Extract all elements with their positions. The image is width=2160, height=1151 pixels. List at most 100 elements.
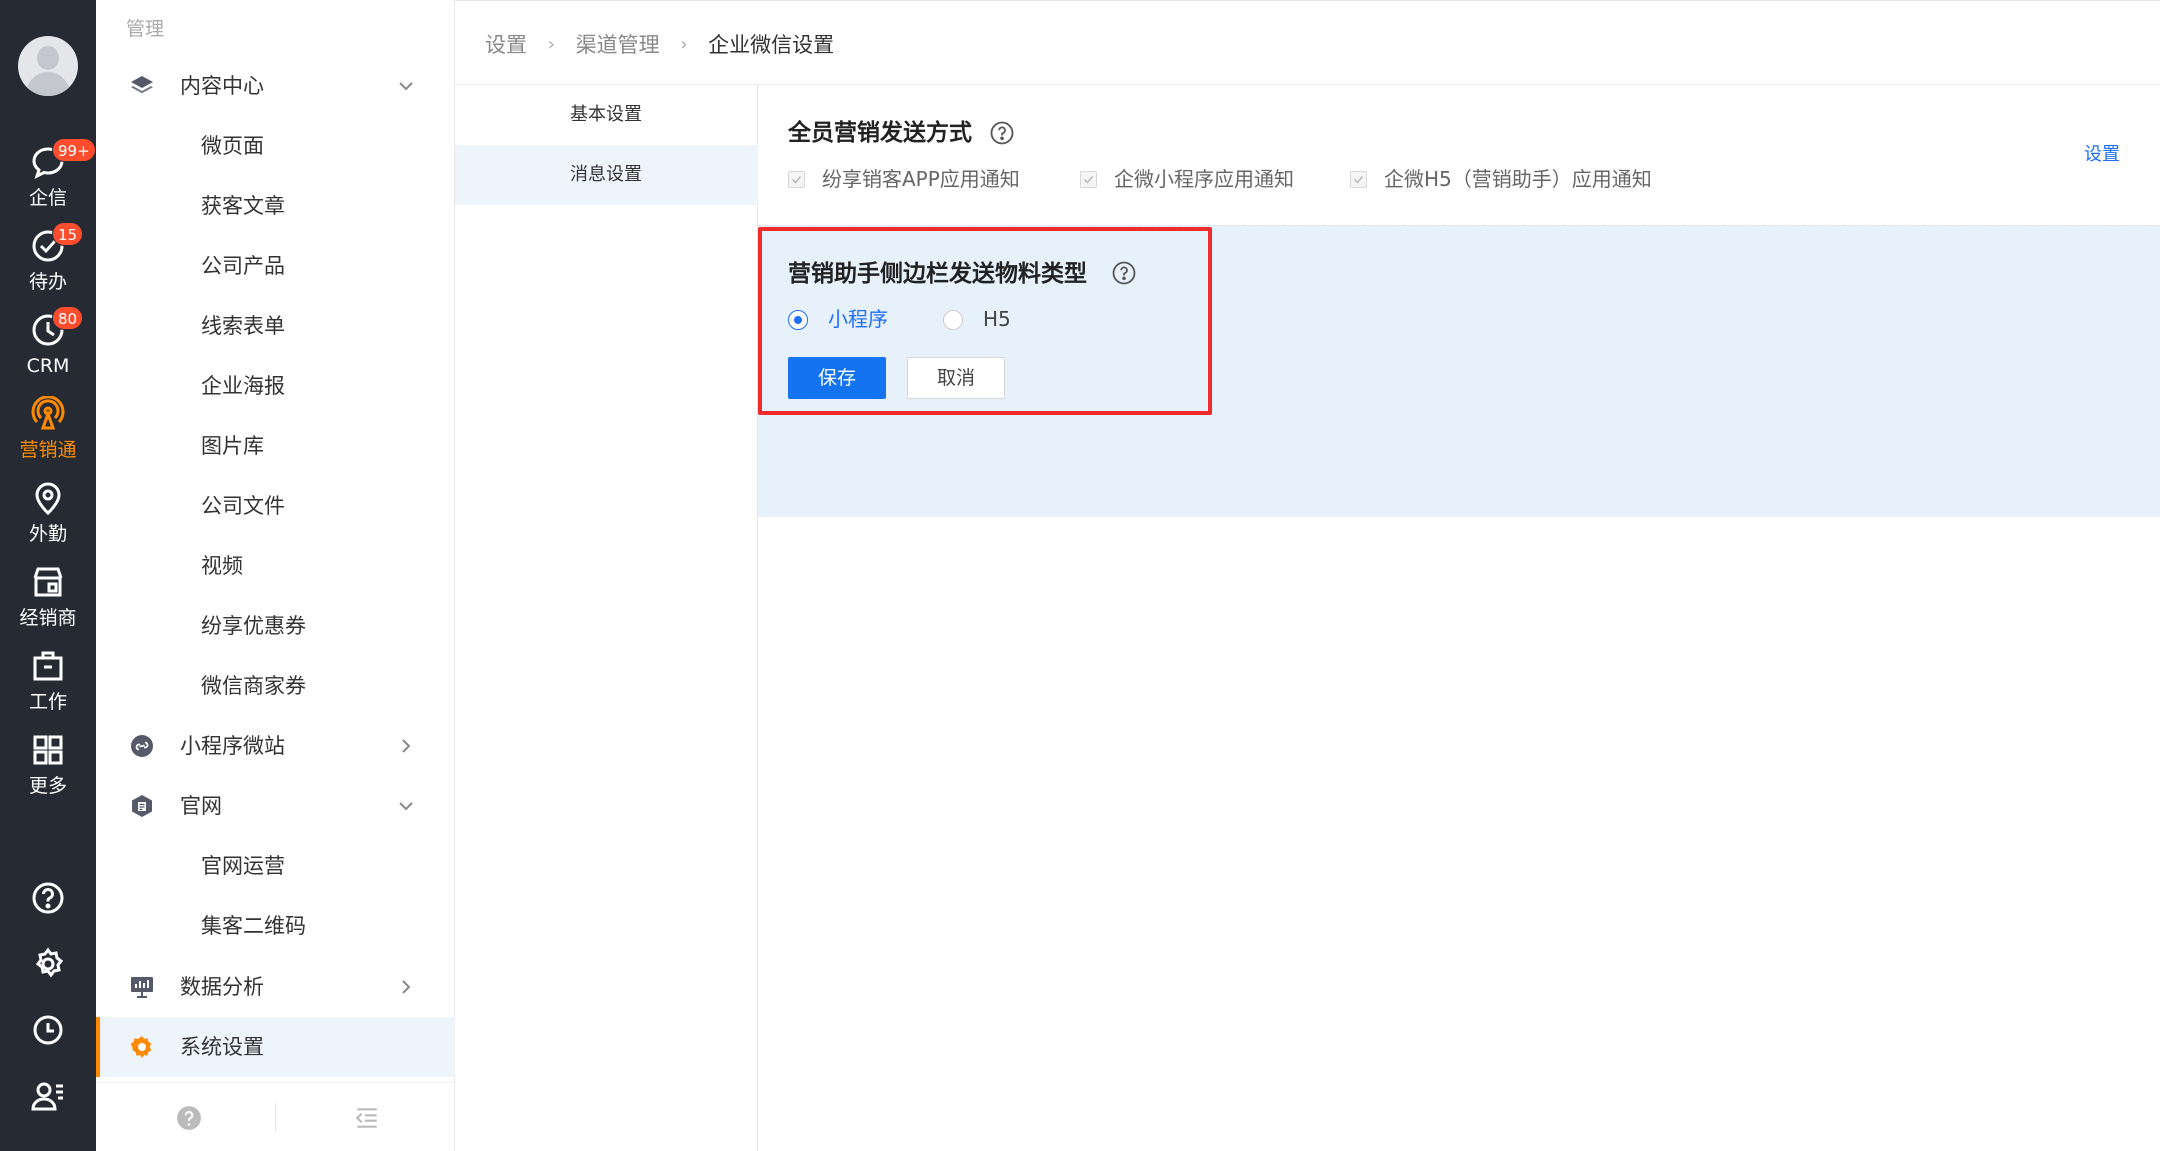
menu-item-micro-page[interactable]: 微页面: [96, 116, 455, 176]
rail-label-qixin: 企信: [28, 187, 67, 209]
help-circle-icon[interactable]: [176, 1105, 202, 1131]
website-icon: [132, 795, 152, 817]
menu-item-video[interactable]: 视频: [96, 536, 455, 596]
rail-item-field[interactable]: 外勤: [0, 474, 96, 556]
rail-item-todo[interactable]: 15 待办: [0, 222, 96, 304]
menu-item-wechat-coupon[interactable]: 微信商家券: [96, 656, 455, 716]
menu-label: 集客二维码: [201, 914, 306, 938]
menu-item-qrcode[interactable]: 集客二维码: [96, 896, 455, 956]
rail-item-marketing[interactable]: 营销通: [0, 390, 96, 472]
chevron-right-icon: ›: [547, 34, 555, 55]
cancel-button[interactable]: 取消: [907, 357, 1005, 399]
avatar[interactable]: [18, 36, 78, 96]
help-icon[interactable]: [990, 121, 1014, 145]
menu-item-image-library[interactable]: 图片库: [96, 416, 455, 476]
checkbox-label: 企微小程序应用通知: [1114, 167, 1294, 191]
user-profile-icon[interactable]: [30, 1078, 66, 1114]
menu-label: 获客文章: [201, 194, 285, 218]
rail-label-dealer: 经销商: [19, 607, 77, 629]
menu-group-system-settings[interactable]: 系统设置: [96, 1017, 455, 1077]
tab-label: 基本设置: [570, 104, 642, 125]
radio-circle: [943, 310, 963, 330]
badge-crm: 80: [52, 306, 84, 330]
menu-label: 图片库: [201, 434, 264, 458]
tab-basic-settings[interactable]: 基本设置: [455, 85, 758, 145]
section-title-material-type: 营销助手侧边栏发送物料类型: [788, 261, 1087, 287]
tab-label: 消息设置: [570, 164, 642, 185]
menu-label: 系统设置: [180, 1035, 264, 1059]
menu-item-company-product[interactable]: 公司产品: [96, 236, 455, 296]
menu-label: 公司产品: [201, 254, 285, 278]
menu-label: 微页面: [201, 134, 264, 158]
badge-qixin: 99+: [52, 138, 96, 162]
checkbox-box: [1080, 171, 1097, 188]
rail-item-dealer[interactable]: 经销商: [0, 558, 96, 640]
footer-divider: [275, 1103, 276, 1131]
checkbox-box: [788, 171, 805, 188]
breadcrumb: 设置 › 渠道管理 › 企业微信设置: [485, 29, 834, 60]
rail-label-field: 外勤: [28, 523, 67, 545]
rail-item-more[interactable]: 更多: [0, 726, 96, 808]
rail-item-qixin[interactable]: 99+ 企信: [0, 138, 96, 220]
tab-message-settings[interactable]: 消息设置: [455, 145, 758, 205]
menu-label: 小程序微站: [180, 734, 285, 758]
menu-item-company-files[interactable]: 公司文件: [96, 476, 455, 536]
store-icon: [33, 567, 63, 597]
menu-group-data-analysis[interactable]: 数据分析: [96, 957, 455, 1017]
menu-group-mini-program[interactable]: 小程序微站: [96, 716, 455, 776]
menu-item-poster[interactable]: 企业海报: [96, 356, 455, 416]
app-rail: 99+ 企信 15 待办 80 CRM 营销通 外勤 经销商 工作 更多: [0, 0, 96, 1151]
menu-item-acquire-article[interactable]: 获客文章: [96, 176, 455, 236]
menu-group-website[interactable]: 官网: [96, 776, 455, 836]
help-icon[interactable]: [30, 880, 66, 916]
menu-section-label: 管理: [126, 18, 165, 40]
rail-label-todo: 待办: [28, 271, 67, 293]
breadcrumb-settings[interactable]: 设置: [485, 30, 527, 60]
chevron-down-icon: [399, 82, 413, 91]
menu-footer: [96, 1082, 455, 1151]
menu-item-website-ops[interactable]: 官网运营: [96, 836, 455, 896]
menu-label: 线索表单: [201, 314, 285, 338]
chevron-right-icon: ›: [680, 34, 688, 55]
menu-label: 官网: [180, 794, 222, 818]
menu-label: 企业海报: [201, 374, 285, 398]
location-pin-icon: [35, 482, 61, 516]
menu-label: 官网运营: [201, 854, 285, 878]
gear-icon: [130, 1036, 152, 1058]
radio-label: 小程序: [828, 307, 888, 331]
help-icon[interactable]: [1112, 261, 1136, 285]
chevron-right-icon: [402, 980, 411, 994]
menu-label: 纷享优惠券: [201, 614, 306, 638]
menu-label: 公司文件: [201, 494, 285, 518]
section-title-send-method: 全员营销发送方式: [788, 120, 972, 146]
settings-gear-icon[interactable]: [30, 946, 66, 982]
rail-item-crm[interactable]: 80 CRM: [0, 306, 96, 388]
menu-item-coupon[interactable]: 纷享优惠券: [96, 596, 455, 656]
menu-label: 数据分析: [180, 975, 264, 999]
radio-circle: [788, 310, 808, 330]
history-clock-icon[interactable]: [30, 1012, 66, 1048]
rail-label-marketing: 营销通: [19, 439, 77, 461]
menu-item-lead-form[interactable]: 线索表单: [96, 296, 455, 356]
rail-label-work: 工作: [28, 691, 67, 713]
breadcrumb-current: 企业微信设置: [708, 33, 835, 57]
data-analysis-icon: [131, 977, 153, 998]
settings-link[interactable]: 设置: [2084, 140, 2120, 166]
side-menu: 管理 内容中心 微页面 获客文章 公司产品 线索表单 企业海报 图片库 公司文件…: [96, 0, 455, 1151]
menu-group-content-center[interactable]: 内容中心: [96, 56, 455, 116]
chevron-down-icon: [399, 802, 413, 811]
checkbox-label: 纷享销客APP应用通知: [822, 167, 1020, 191]
broadcast-icon: [31, 396, 65, 430]
collapse-menu-icon[interactable]: [354, 1105, 380, 1131]
rail-item-work[interactable]: 工作: [0, 642, 96, 724]
chevron-right-icon: [402, 739, 411, 753]
radio-label: H5: [983, 307, 1011, 331]
menu-label: 视频: [201, 554, 243, 578]
settings-tabs: 基本设置 消息设置: [455, 85, 758, 1151]
checkbox-box: [1350, 171, 1367, 188]
checkbox-label: 企微H5（营销助手）应用通知: [1384, 167, 1652, 191]
rail-label-more: 更多: [28, 775, 67, 797]
layers-icon: [131, 76, 153, 94]
save-button[interactable]: 保存: [788, 357, 886, 399]
breadcrumb-channel[interactable]: 渠道管理: [576, 30, 660, 60]
